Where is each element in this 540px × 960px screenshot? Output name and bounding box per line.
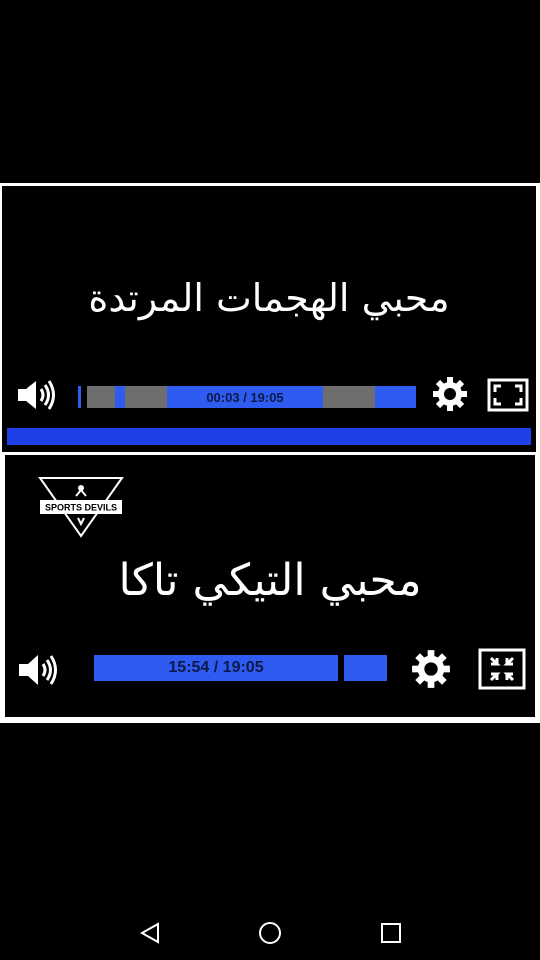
collapse-icon[interactable] — [478, 648, 526, 690]
progress-buffered — [87, 386, 115, 408]
back-triangle-icon[interactable] — [138, 921, 162, 949]
home-circle-icon[interactable] — [257, 920, 283, 950]
volume-icon[interactable] — [17, 652, 61, 688]
sports-devils-logo: SPORTS DEVILS — [38, 476, 124, 540]
time-display: 00:03 / 19:05 — [206, 389, 284, 405]
volume-icon[interactable] — [16, 378, 58, 412]
progress-buffered — [125, 386, 167, 408]
bottom-progress-track[interactable]: 15:54 / 19:05 — [94, 655, 387, 681]
progress-segment — [375, 386, 416, 408]
progress-buffered — [323, 386, 375, 408]
android-nav-bar — [0, 905, 540, 960]
logo-text: SPORTS DEVILS — [45, 503, 117, 513]
recents-square-icon[interactable] — [379, 921, 403, 949]
meme-frame: محبي الهجمات المرتدة 00:03 / 19:05 محبي … — [0, 183, 540, 723]
progress-segment — [115, 386, 125, 408]
gear-icon[interactable] — [411, 649, 451, 689]
gear-icon[interactable] — [432, 376, 468, 412]
expand-icon[interactable] — [487, 378, 529, 412]
bottom-caption: محبي التيكي تاكا — [118, 555, 422, 606]
top-panel: محبي الهجمات المرتدة — [2, 186, 536, 357]
top-player-bar: 00:03 / 19:05 — [2, 357, 536, 452]
top-caption: محبي الهجمات المرتدة — [88, 276, 450, 320]
progress-segment — [349, 655, 387, 681]
top-progress-track[interactable]: 00:03 / 19:05 — [78, 386, 416, 408]
time-display: 15:54 / 19:05 — [168, 659, 264, 676]
top-blue-strip — [7, 428, 531, 445]
